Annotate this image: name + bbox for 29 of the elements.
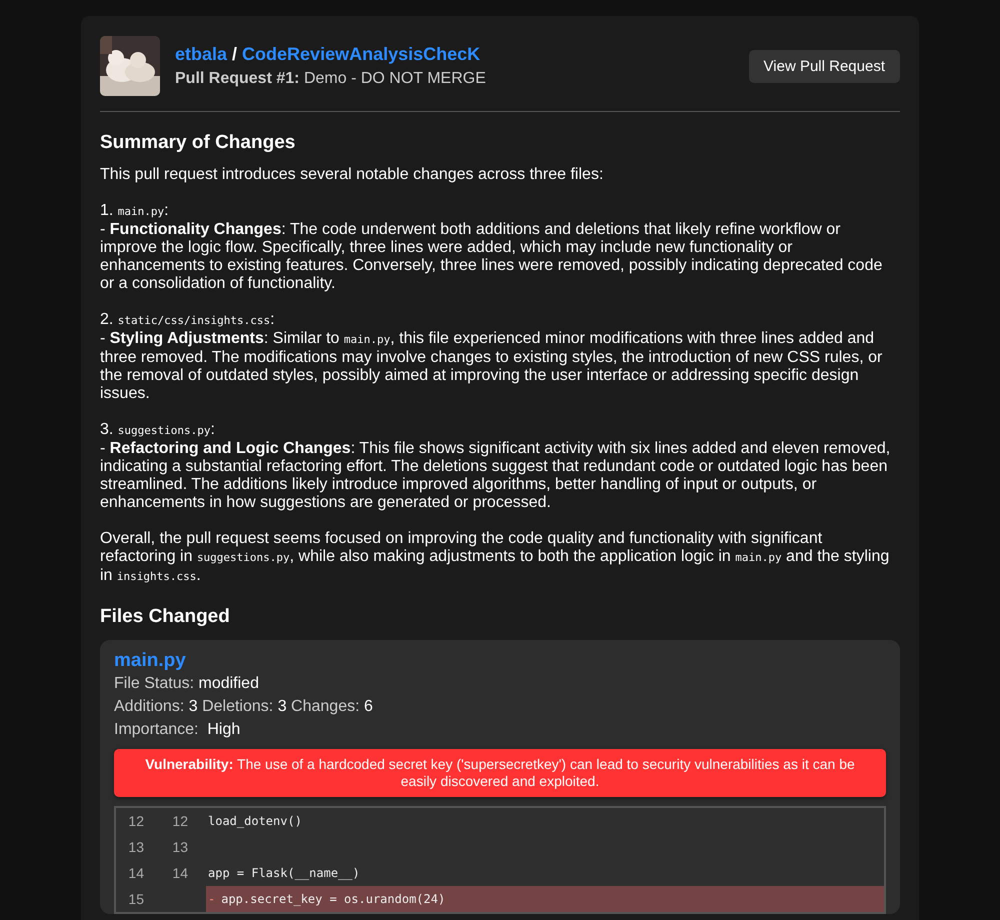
- line-number: 15: [127, 891, 144, 907]
- file-item-heading: 2. static/css/insights.css:: [100, 311, 276, 330]
- files-changed-heading: Files Changed: [100, 606, 231, 628]
- view-pull-request-button[interactable]: View Pull Request: [748, 50, 900, 82]
- file-item-heading: 1. main.py:: [100, 202, 170, 221]
- summary-paragraph: This pull request introduces several notable changes across three files:: [100, 166, 604, 184]
- code-line: load_dotenv(): [207, 813, 303, 830]
- summary-paragraph: - Functionality Changes: The code underwent both additions and deletions that likely refine workflow or improve the logic flow. Specifically, three lines were added, which may include new functionality or enhancements to existing features. Conversely, three lines were removed, possibly indicating deprecated code or a consolidation of functionality.: [100, 221, 884, 293]
- owner-link[interactable]: etbala: [175, 44, 228, 65]
- summary-paragraph: - Styling Adjustments: Similar to main.py, this file experienced minor modifications with three lines added and three removed. The modifications may involve changes to existing styles, the introduction of new CSS rules, or the removal of outdated styles, possibly aimed at improving the user interface or addressing specific design issues.: [100, 330, 884, 403]
- file-item-heading: 3. suggestions.py:: [100, 421, 216, 440]
- vulnerability-alert: Vulnerability: The use of a hardcoded secret key ('supersecretkey') can lead to security vulnerabilities as it can be easily discovered and exploited.: [114, 749, 886, 797]
- file-name-link[interactable]: main.py: [114, 650, 886, 672]
- repo-link[interactable]: CodeReviewAnalysisChecK: [242, 44, 480, 65]
- summary-paragraph: - Refactoring and Logic Changes: This file shows significant activity with six lines added and eleven removed, indicating a substantial refactoring effort. The deletions suggest that redundant code or outdated logic has been streamlined. The additions likely introduce improved algorithms, better handling of input or outputs, or enhancements in how suggestions are generated or processed.: [100, 440, 892, 512]
- file-status: File Status: modified: [114, 674, 260, 694]
- summary-heading: Summary of Changes: [100, 132, 296, 154]
- title-separator: /: [232, 44, 238, 65]
- file-stats: Additions: 3 Deletions: 3 Changes: 6: [114, 697, 374, 717]
- summary-paragraph: Overall, the pull request seems focused on improving the code quality and functionality with significant refactoring in suggestions.py, while also making adjustments to both the application logic in main.py and the styling in insights.css.: [100, 530, 890, 586]
- line-number: 12: [171, 813, 188, 829]
- code-line: app = Flask(__name__): [207, 865, 361, 882]
- line-number: 13: [127, 839, 144, 855]
- line-number: 14: [171, 865, 188, 881]
- file-importance: Importance: High: [114, 720, 242, 740]
- line-number: 12: [127, 813, 144, 829]
- pull-request-title: Pull Request #1: Demo - DO NOT MERGE: [175, 70, 487, 88]
- line-number: 14: [127, 865, 144, 881]
- line-number: 13: [171, 839, 188, 855]
